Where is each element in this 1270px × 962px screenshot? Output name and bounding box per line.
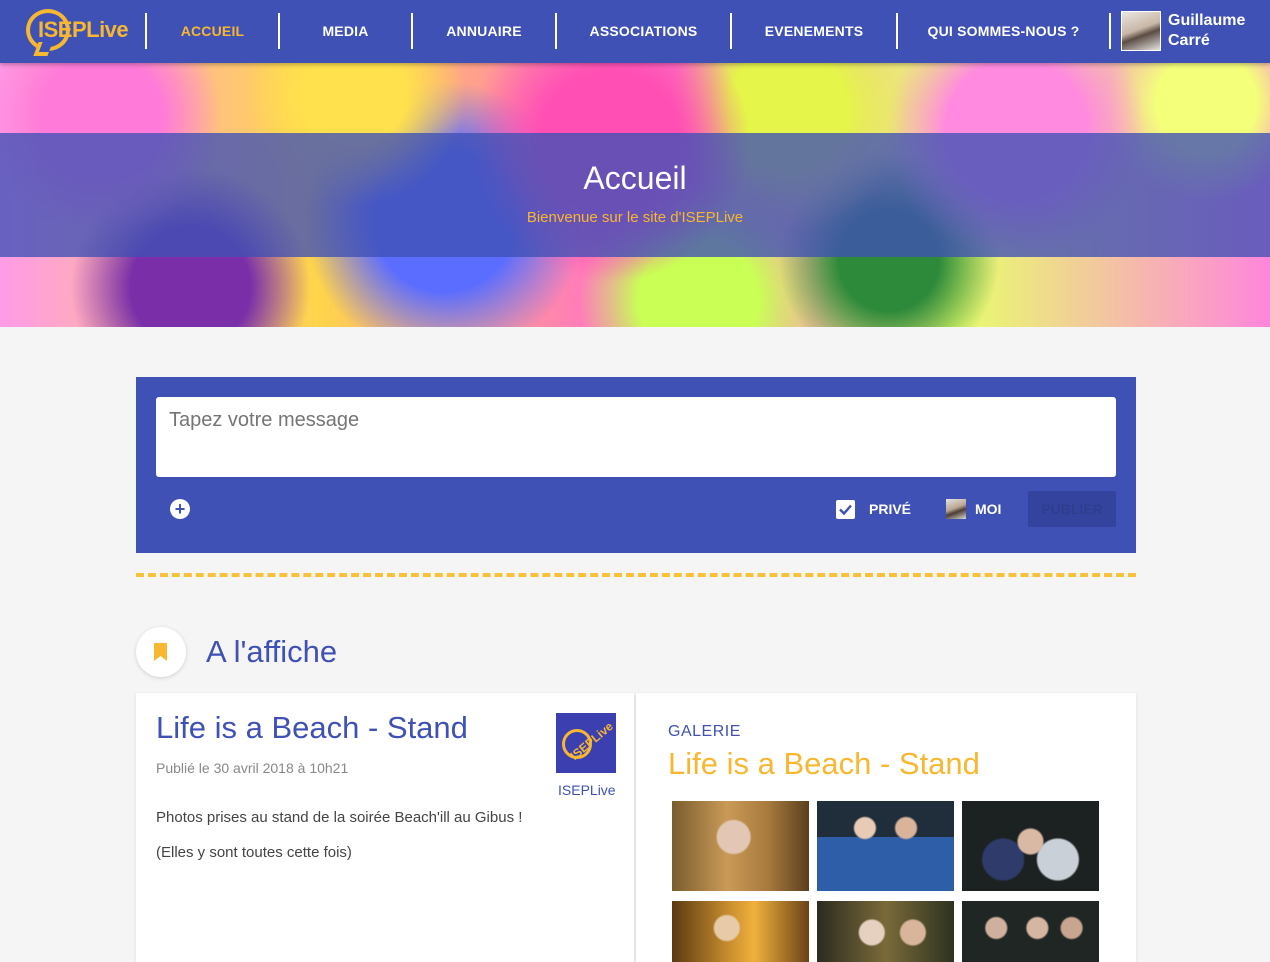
post-title[interactable]: Life is a Beach - Stand (156, 710, 468, 746)
author-name[interactable]: ISEPLive (558, 782, 616, 798)
author-logo[interactable]: ISEPLive (556, 713, 616, 773)
message-input[interactable] (156, 397, 1116, 477)
gallery-thumbnail[interactable] (672, 801, 809, 891)
user-name[interactable]: Guillaume Carré (1168, 11, 1245, 51)
post-text-line: Photos prises au stand de la soirée Beac… (156, 809, 523, 826)
page-title: Accueil (583, 160, 687, 196)
section-title: A l'affiche (206, 634, 338, 669)
user-avatar[interactable] (1121, 11, 1161, 51)
gallery-thumbnail[interactable] (817, 901, 954, 962)
post-date: Publié le 30 avril 2018 à 10h21 (156, 760, 349, 776)
author-avatar[interactable] (946, 499, 966, 519)
top-navbar: ISEPLive ACCUEIL MEDIA ANNUAIRE ASSOCIAT… (0, 0, 1270, 63)
nav-item-media[interactable]: MEDIA (278, 13, 411, 49)
author-label[interactable]: MOI (975, 501, 1001, 517)
gallery-thumbnail[interactable] (962, 901, 1099, 962)
user-last-name: Carré (1168, 32, 1210, 49)
section-badge (136, 627, 186, 677)
nav-item-qui-sommes-nous[interactable]: QUI SOMMES-NOUS ? (896, 13, 1109, 49)
publish-button[interactable]: PUBLIER (1028, 491, 1116, 527)
gallery-card: GALERIE Life is a Beach - Stand (636, 693, 1136, 962)
hero-banner: Accueil Bienvenue sur le site d'ISEPLive (0, 63, 1270, 327)
logo-text: ISEPLive (38, 17, 129, 42)
nav-item-associations[interactable]: ASSOCIATIONS (555, 13, 730, 49)
post-composer: + PRIVÉ MOI PUBLIER (136, 377, 1136, 553)
main-menu: ACCUEIL MEDIA ANNUAIRE ASSOCIATIONS EVEN… (145, 13, 1109, 49)
page-subtitle: Bienvenue sur le site d'ISEPLive (526, 209, 744, 226)
iseplive-logo[interactable]: ISEPLive (22, 3, 132, 59)
gallery-thumbnail[interactable] (962, 801, 1099, 891)
nav-item-annuaire[interactable]: ANNUAIRE (411, 13, 555, 49)
plus-circle-icon[interactable]: + (170, 499, 190, 519)
user-menu[interactable]: Guillaume Carré (1109, 11, 1245, 51)
private-checkbox[interactable] (836, 500, 855, 519)
post-card: Life is a Beach - Stand Publié le 30 avr… (136, 693, 634, 962)
post-text-line: (Elles y sont toutes cette fois) (156, 844, 352, 861)
private-label[interactable]: PRIVÉ (869, 501, 911, 517)
bookmark-icon (154, 643, 167, 661)
user-first-name: Guillaume (1168, 12, 1246, 29)
nav-item-evenements[interactable]: EVENEMENTS (730, 13, 896, 49)
gallery-title[interactable]: Life is a Beach - Stand (668, 746, 980, 782)
divider (136, 573, 1136, 577)
gallery-thumbnail[interactable] (672, 901, 809, 962)
gallery-label: GALERIE (668, 723, 741, 740)
gallery-thumbnail[interactable] (817, 801, 954, 891)
nav-item-accueil[interactable]: ACCUEIL (145, 13, 278, 49)
check-icon (839, 504, 852, 516)
